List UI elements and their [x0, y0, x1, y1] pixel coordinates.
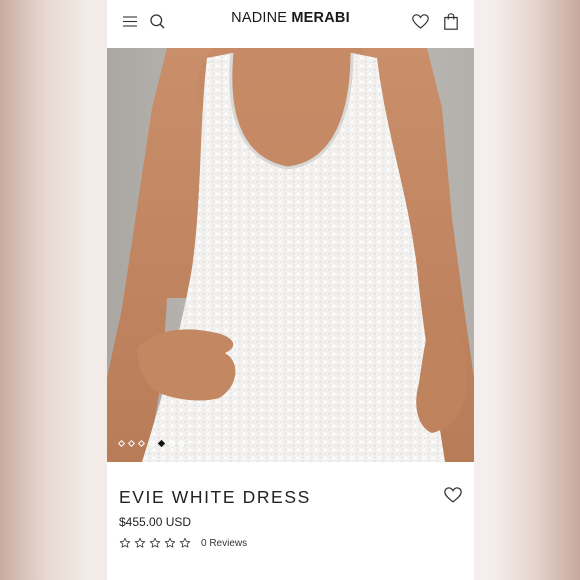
add-to-wishlist-button[interactable] [444, 487, 464, 507]
gallery-dot[interactable] [127, 439, 136, 448]
product-photo [107, 48, 474, 462]
gallery-dot-active[interactable] [157, 439, 166, 448]
heart-icon [411, 13, 429, 29]
star-empty-icon [149, 537, 161, 548]
gallery-dot[interactable] [137, 439, 146, 448]
phone-screen: NADINE MERABI EVIE WHITE DRESS $455.00 U… [107, 0, 474, 580]
gallery-dot[interactable] [117, 439, 126, 448]
star-empty-icon [164, 537, 176, 548]
header: NADINE MERABI [107, 0, 474, 48]
bag-icon [444, 12, 458, 30]
brand-name-light: NADINE [231, 10, 288, 26]
gallery-dot[interactable] [177, 439, 186, 448]
cart-button[interactable] [438, 8, 464, 34]
rating-row[interactable]: 0 Reviews [119, 537, 247, 549]
star-empty-icon [179, 537, 191, 548]
product-title: EVIE WHITE DRESS [119, 487, 311, 507]
reviews-count-link[interactable]: 0 Reviews [201, 538, 247, 549]
brand-name-bold: MERABI [291, 10, 350, 26]
gallery-indicator [117, 439, 186, 448]
star-empty-icon [134, 537, 146, 548]
gallery-dot[interactable] [147, 439, 156, 448]
product-image[interactable] [107, 48, 474, 462]
product-price: $455.00 USD [119, 515, 192, 529]
star-empty-icon [119, 537, 131, 548]
wishlist-button[interactable] [407, 8, 433, 34]
gallery-dot[interactable] [167, 439, 176, 448]
heart-icon [444, 487, 462, 503]
